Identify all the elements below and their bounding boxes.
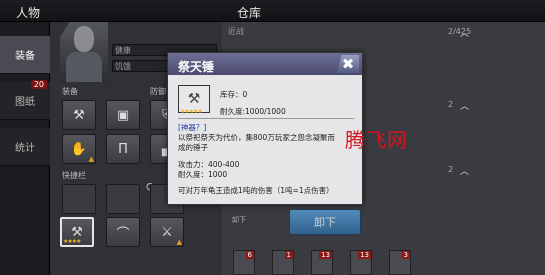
item-count-badge: 6 (245, 251, 254, 259)
dialog-header: 祭天锤 ✖ (168, 53, 362, 75)
chevron-up-icon[interactable]: ︿ (460, 26, 469, 39)
quickslot-1[interactable] (62, 184, 96, 214)
star-rating-icon: ★★★★★ (180, 108, 203, 115)
quickslot-4[interactable]: ⚒ ★★★★ (60, 217, 94, 247)
storage-item[interactable]: 6 (233, 250, 255, 275)
nav-tab-equipment[interactable]: 装备 (0, 36, 50, 74)
item-count-badge: 3 (401, 251, 410, 259)
quickslot-6[interactable]: ⚔ ▲ (150, 217, 184, 247)
storage-count: 2 (448, 165, 454, 174)
equip-slot-gloves[interactable]: ✋ ▲ (62, 134, 96, 164)
item-count-badge: 13 (319, 251, 332, 259)
top-bar: 人物 仓库 (0, 0, 545, 22)
storage-title: 仓库 (237, 6, 262, 20)
storage-item[interactable]: 1 (272, 250, 294, 275)
watermark: 腾飞网 (345, 128, 408, 152)
equip-slot-pants[interactable]: Π (106, 134, 140, 164)
quickslot-2[interactable] (106, 184, 140, 214)
equip-slot-weapon[interactable]: ⚒ (62, 100, 96, 130)
equip-label: 装备 (62, 87, 78, 96)
item-count-badge: 13 (358, 251, 371, 259)
item-detail-dialog: 祭天锤 ✖ ⚒ ★★★★★ 库存：0 耐久度:1000/1000 [神器？] 以… (167, 52, 363, 205)
bottom-item-strip: 6 1 13 13 3 (225, 250, 425, 275)
storage-item[interactable]: 13 (311, 250, 333, 275)
blueprint-count-badge: 20 (30, 80, 47, 89)
item-effect: 可对万年龟王造成1吨的伤害（1吨=1点伤害） (178, 186, 334, 195)
unequip-label-behind: 卸下 (232, 216, 246, 224)
nav-tab-label: 图纸 (15, 97, 35, 108)
character-portrait (60, 22, 108, 82)
close-button[interactable]: ✖ (337, 55, 359, 73)
nav-tab-statistics[interactable]: 统计 (0, 128, 50, 166)
portrait-body (66, 52, 102, 82)
unequip-button-label: 卸下 (314, 216, 336, 229)
item-stock: 库存：0 (220, 90, 248, 99)
left-nav: 装备 20 图纸 统计 (0, 22, 50, 275)
equip-slot-body[interactable]: ▣ (106, 100, 140, 130)
storage-item[interactable]: 3 (389, 250, 411, 275)
quickbar-label: 快捷栏 (62, 171, 86, 180)
item-durability: 耐久度:1000/1000 (220, 107, 286, 116)
quickslot-5[interactable]: ⌒ (106, 217, 140, 247)
chevron-up-icon[interactable]: ︿ (460, 164, 469, 177)
portrait-head (74, 26, 94, 52)
glove-icon: ✋ (70, 141, 88, 157)
item-description: 成的锤子 (178, 143, 208, 152)
star-rating-icon: ★★★★ (63, 238, 81, 245)
hammer-icon: ⚒ (73, 107, 85, 123)
nav-tab-label: 统计 (15, 143, 35, 154)
bow-icon: ⌒ (116, 226, 130, 242)
vest-icon: ▣ (116, 107, 130, 123)
defense-label: 防御 (150, 87, 166, 96)
hammer-icon: ⚒ (187, 91, 201, 107)
grade-marker: ▲ (88, 155, 94, 163)
storage-count: 2 (448, 100, 454, 109)
character-title: 人物 (16, 6, 41, 20)
nav-tab-label: 装备 (15, 51, 35, 62)
nav-tab-blueprints[interactable]: 20 图纸 (0, 80, 50, 120)
axe-icon: ⚔ (161, 224, 173, 240)
dialog-title: 祭天锤 (178, 60, 215, 74)
item-count-badge: 1 (284, 251, 293, 259)
close-icon: ✖ (341, 55, 355, 73)
chevron-up-icon[interactable]: ︿ (460, 99, 469, 112)
grade-marker: ▲ (176, 238, 182, 246)
storage-item[interactable]: 13 (350, 250, 372, 275)
divider (178, 118, 354, 119)
unequip-button[interactable]: 卸下 (289, 209, 361, 235)
pants-icon: Π (118, 141, 128, 157)
item-durability-value: 耐久度：1000 (178, 170, 228, 179)
